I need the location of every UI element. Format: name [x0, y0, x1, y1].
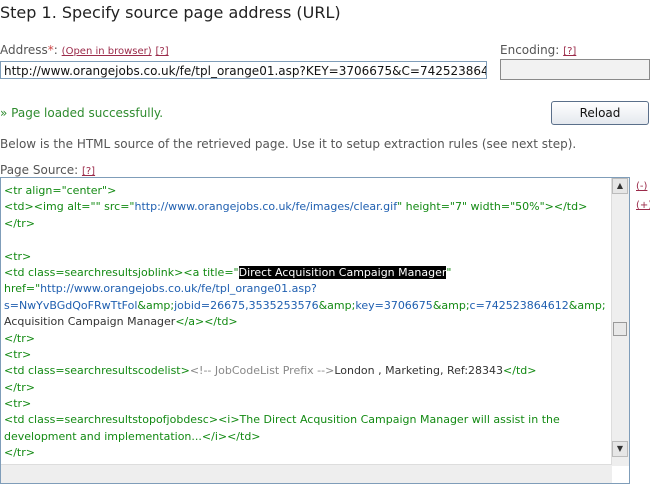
source-segment: </tr>	[4, 446, 35, 458]
status-message: » Page loaded successfully.	[0, 106, 164, 120]
scroll-thumb[interactable]	[613, 322, 627, 336]
encoding-input[interactable]	[500, 59, 650, 80]
source-segment: <tr>	[4, 397, 32, 411]
address-help-link[interactable]: [?]	[156, 46, 169, 57]
source-segment: <tr align="center">	[4, 184, 117, 197]
source-line: <td><img alt="" src="http://www.orangejo…	[4, 199, 612, 215]
open-in-browser-link[interactable]: (Open in browser)	[62, 46, 152, 57]
source-segment: <td class=searchresultsjoblink><a title=…	[4, 265, 239, 279]
reload-button[interactable]: Reload	[551, 101, 649, 125]
source-line: <tr>	[4, 347, 612, 363]
source-segment: development and implementation...</i></t…	[4, 429, 261, 443]
source-segment: http://www.orangejobs.co.uk/fe/tpl_orang…	[40, 282, 317, 296]
address-input[interactable]: http://www.orangejobs.co.uk/fe/tpl_orang…	[0, 61, 487, 79]
source-line: </tr>	[4, 445, 612, 458]
source-line: <tr>	[4, 396, 612, 412]
source-segment: </tr>	[4, 331, 35, 345]
scroll-up-arrow-icon[interactable]: ▲	[612, 178, 628, 194]
address-label-group: Address*: (Open in browser) [?]	[0, 43, 169, 57]
page-source-textarea[interactable]: <tr align="center"> <td><img alt="" src="…	[0, 177, 630, 484]
source-segment: </td>	[503, 364, 537, 378]
source-segment: <td><img alt="" src="	[4, 200, 135, 214]
source-line: <td class=searchresultstopofjobdesc><i>T…	[4, 412, 612, 428]
source-line: <td class=searchresultscodelist><!-- Job…	[4, 363, 612, 379]
page-source-code: <tr align="center"> <td><img alt="" src="…	[4, 183, 612, 458]
scroll-down-arrow-icon[interactable]: ▼	[612, 441, 628, 457]
source-line: </tr>	[4, 216, 612, 232]
source-segment: &amp;	[568, 298, 606, 312]
source-segment: <tr>	[4, 347, 32, 361]
page-description: Below is the HTML source of the retrieve…	[0, 137, 577, 151]
page-source-label: Page Source:	[0, 163, 79, 177]
source-segment: <!-- JobCodeList Prefix -->	[189, 364, 335, 378]
address-label: Address	[0, 43, 48, 57]
source-line: <tr>	[4, 249, 612, 265]
source-segment: <td class=searchresultscodelist>	[4, 364, 190, 378]
collapse-source-link[interactable]: (-)	[636, 181, 647, 192]
vertical-scrollbar[interactable]: ▲ ▼	[611, 178, 629, 466]
selected-text: Direct Acquisition Campaign Manager	[238, 265, 447, 279]
source-segment: </a></td>	[175, 315, 238, 329]
encoding-help-link[interactable]: [?]	[563, 46, 576, 57]
source-segment: &amp;	[432, 298, 470, 312]
page-source-label-group: Page Source: [?]	[0, 163, 95, 177]
source-segment: s=NwYvBGdQoFRwTtFol	[4, 298, 138, 312]
source-segment: London , Marketing, Ref:28343	[334, 364, 504, 378]
source-segment: " height="7" width="50%"></td>	[397, 200, 588, 214]
step-title: Step 1. Specify source page address (URL…	[0, 3, 341, 22]
source-segment: </tr>	[4, 380, 35, 394]
source-line: Acquisition Campaign Manager</a></td>	[4, 314, 612, 330]
source-line: href="http://www.orangejobs.co.uk/fe/tpl…	[4, 281, 612, 297]
source-segment: key=3706675	[355, 298, 433, 312]
source-line: <td class=searchresultsjoblink><a title=…	[4, 265, 612, 281]
source-segment: <tr>	[4, 249, 32, 263]
source-segment: c=742523864612	[469, 298, 569, 312]
expand-source-link[interactable]: (+)	[636, 200, 650, 211]
source-segment: </tr>	[4, 216, 35, 230]
source-line: <tr align="center">	[4, 183, 612, 199]
source-segment: Acquisition Campaign Manager	[4, 315, 176, 329]
page-source-help-link[interactable]: [?]	[82, 166, 95, 177]
address-label-colon: :	[53, 43, 58, 57]
source-line: s=NwYvBGdQoFRwTtFol&amp;jobid=26675,3535…	[4, 298, 612, 314]
source-segment: <td class=searchresultstopofjobdesc><i>T…	[4, 413, 560, 427]
source-segment: http://www.orangejobs.co.uk/fe/images/cl…	[134, 200, 398, 214]
source-line: </tr>	[4, 331, 612, 347]
encoding-label: Encoding:	[500, 43, 560, 57]
source-line: development and implementation...</i></t…	[4, 429, 612, 445]
source-line: </tr>	[4, 380, 612, 396]
source-line	[4, 232, 612, 248]
horizontal-scrollbar[interactable]	[1, 464, 612, 483]
source-segment: &amp;	[318, 298, 356, 312]
source-segment: &amp;	[137, 298, 175, 312]
source-segment: jobid=26675,3535253576	[174, 298, 319, 312]
source-segment: href="	[4, 282, 41, 296]
source-segment: "	[446, 265, 452, 279]
encoding-label-group: Encoding: [?]	[500, 43, 576, 57]
